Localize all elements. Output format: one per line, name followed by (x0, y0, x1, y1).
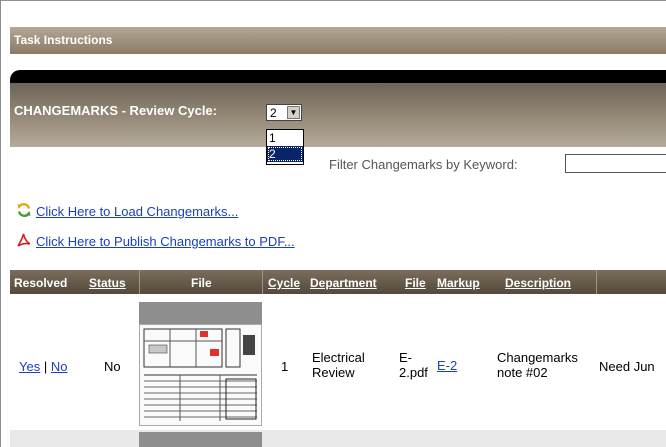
thumbnail-header (139, 302, 262, 324)
publish-pdf-link[interactable]: Click Here to Publish Changemarks to PDF… (36, 234, 295, 249)
drawing-thumbnail[interactable] (139, 324, 262, 426)
resolved-no-link[interactable]: No (51, 359, 68, 374)
col-department[interactable]: Department (310, 276, 377, 290)
description-cell: Changemarks note #02 (497, 350, 578, 380)
col-divider (139, 270, 140, 294)
description-line1: Changemarks (497, 350, 578, 365)
review-cycle-select[interactable]: 2 ▼ (266, 104, 302, 121)
file-cell: E- 2.pdf (399, 350, 428, 380)
review-cycle-value: 2 (270, 106, 277, 120)
publish-pdf-row: Click Here to Publish Changemarks to PDF… (16, 232, 295, 251)
review-cycle-option-1[interactable]: 1 (267, 130, 303, 146)
col-file[interactable]: File (405, 276, 426, 290)
resolved-separator: | (43, 359, 48, 374)
department-line1: Electrical (312, 350, 365, 365)
filter-keyword-input[interactable] (565, 154, 666, 173)
col-divider (596, 270, 597, 294)
load-changemarks-row: Click Here to Load Changemarks... (16, 202, 238, 221)
resolved-yes-link[interactable]: Yes (19, 359, 40, 374)
markup-cell: E-2 (437, 358, 457, 373)
next-row-strip (10, 430, 666, 447)
description-line2: note #02 (497, 365, 548, 380)
pdf-icon (16, 232, 32, 251)
col-resolved: Resolved (14, 276, 68, 290)
col-file-preview: File (191, 276, 212, 290)
col-markup[interactable]: Markup (437, 276, 480, 290)
section-divider (10, 70, 666, 83)
refresh-icon (16, 202, 32, 221)
task-instructions-title: Task Instructions (14, 33, 113, 47)
file-line1: E- (399, 350, 412, 365)
review-cycle-option-2[interactable]: 2 (267, 146, 303, 162)
department-line2: Review (312, 365, 355, 380)
filter-label: Filter Changemarks by Keyword: (329, 157, 518, 172)
chevron-down-icon[interactable]: ▼ (287, 106, 300, 119)
col-description[interactable]: Description (505, 276, 571, 290)
next-thumbnail-header (139, 432, 262, 447)
file-line2: 2.pdf (399, 365, 428, 380)
col-status[interactable]: Status (89, 276, 126, 290)
col-cycle[interactable]: Cycle (268, 276, 300, 290)
status-cell: No (104, 359, 121, 374)
cycle-cell: 1 (281, 359, 289, 374)
department-cell: Electrical Review (312, 350, 365, 380)
col-divider (262, 270, 263, 294)
task-instructions-header: Task Instructions (10, 27, 666, 54)
changemarks-title: CHANGEMARKS - Review Cycle: (14, 103, 217, 118)
review-cycle-dropdown[interactable]: 1 2 (266, 129, 304, 165)
extra-cell: Need Jun (599, 359, 655, 374)
load-changemarks-link[interactable]: Click Here to Load Changemarks... (36, 204, 238, 219)
resolved-cell: Yes | No (19, 359, 67, 374)
markup-link[interactable]: E-2 (437, 358, 457, 373)
